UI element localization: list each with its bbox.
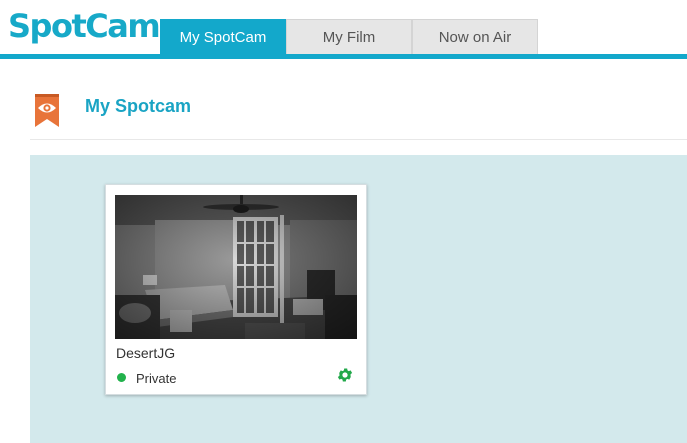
bookmark-eye-icon xyxy=(35,94,59,127)
tab-now-on-air[interactable]: Now on Air xyxy=(412,19,538,54)
spotcam-logo[interactable]: SpotCam xyxy=(8,6,161,46)
tab-my-film[interactable]: My Film xyxy=(286,19,412,54)
camera-status: Private xyxy=(136,371,177,386)
main-tabs: My SpotCam My Film Now on Air xyxy=(160,19,538,54)
gear-icon[interactable] xyxy=(336,366,354,384)
camera-snapshot-image xyxy=(115,195,357,339)
section-header: My Spotcam xyxy=(0,59,687,139)
header: SpotCam My SpotCam My Film Now on Air xyxy=(0,0,687,58)
camera-name[interactable]: DesertJG xyxy=(116,345,175,361)
tab-my-spotcam[interactable]: My SpotCam xyxy=(160,19,286,54)
camera-thumbnail[interactable] xyxy=(115,195,357,339)
status-indicator-dot xyxy=(117,373,126,382)
page-title: My Spotcam xyxy=(85,96,192,116)
divider xyxy=(30,139,687,140)
camera-card[interactable]: DesertJG Private xyxy=(105,184,367,395)
